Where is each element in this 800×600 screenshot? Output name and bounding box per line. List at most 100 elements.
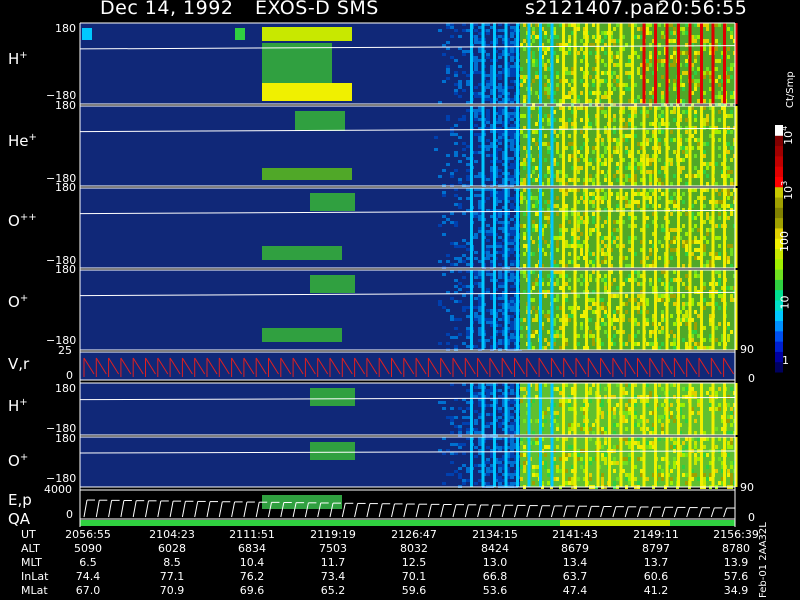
spin-stripe — [585, 106, 588, 186]
ephemeris-cell: 8032 — [400, 542, 428, 555]
tick-he-top: 180 — [55, 99, 76, 112]
ep-trace — [169, 501, 174, 518]
spin-stripe — [700, 106, 703, 186]
ephemeris-cell: 77.1 — [159, 570, 185, 583]
ephemeris-cell: 13.7 — [643, 556, 669, 569]
ephemeris-cell: 53.6 — [482, 584, 508, 597]
spin-stripe — [562, 270, 565, 350]
tick-vr-right-bot: 0 — [748, 372, 755, 385]
spin-stripe — [723, 437, 726, 487]
ep-trace — [206, 501, 211, 518]
spin-stripe — [504, 383, 508, 435]
spin-stripe — [470, 23, 473, 104]
spin-stripe — [688, 23, 692, 104]
spin-stripe — [665, 270, 669, 350]
spin-stripe — [723, 106, 726, 186]
spin-stripe — [481, 383, 485, 435]
spin-stripe — [723, 270, 726, 350]
spin-stripe — [654, 188, 657, 268]
spin-stripe — [527, 270, 531, 350]
spin-stripe — [539, 188, 542, 268]
spin-stripe — [516, 270, 519, 350]
ephemeris-cell: 70.9 — [159, 584, 185, 597]
spin-stripe — [550, 437, 554, 487]
colorbar-swatch — [775, 269, 783, 280]
header-time: 20:56:55 — [658, 0, 748, 19]
spin-stripe — [562, 188, 565, 268]
spin-stripe — [700, 188, 703, 268]
ephemeris-row-label: ALT — [21, 542, 40, 555]
spin-stripe — [677, 188, 680, 268]
spin-stripe — [470, 106, 473, 186]
spin-stripe — [585, 270, 588, 350]
ion-blob — [262, 328, 342, 342]
spin-stripe — [711, 106, 715, 186]
header-file: s2121407.par — [525, 0, 664, 19]
spin-stripe — [608, 23, 611, 104]
tick-vr-right-top: 90 — [740, 343, 754, 356]
ep-trace — [624, 506, 629, 518]
ep-trace — [218, 501, 223, 518]
ephemeris-cell: 13.9 — [723, 556, 749, 569]
tick-ep-bot: 0 — [66, 508, 73, 521]
colorbar-label-1e4-base: 104 — [780, 125, 795, 145]
spin-stripe — [470, 437, 473, 487]
ep-trace — [575, 506, 580, 518]
ephemeris-cell: 66.8 — [482, 570, 508, 583]
spin-stripe — [642, 23, 646, 104]
panel-label-h-plus-2: H+ — [8, 397, 28, 415]
spin-stripe — [688, 270, 692, 350]
ephemeris-cell: 2149:11 — [633, 528, 679, 541]
spin-stripe — [688, 106, 692, 186]
tick-ep-top: 4000 — [44, 483, 72, 496]
ion-blob — [82, 28, 92, 40]
spin-stripe — [596, 383, 600, 435]
spin-stripe — [608, 383, 611, 435]
spin-stripe — [596, 270, 600, 350]
panel-label-o-plus-plus: O++ — [8, 212, 37, 230]
spin-stripe — [573, 188, 577, 268]
vr-panel-background — [80, 352, 735, 380]
ephemeris-cell: 57.6 — [723, 570, 749, 583]
spin-stripe — [677, 437, 680, 487]
spin-stripe — [550, 23, 554, 104]
ephemeris-cell: 11.7 — [320, 556, 346, 569]
ephemeris-cell: 73.4 — [320, 570, 346, 583]
colorbar-swatch — [775, 155, 783, 167]
ephemeris-cell: 76.2 — [239, 570, 265, 583]
spin-stripe — [493, 106, 496, 186]
ep-trace — [698, 507, 703, 518]
spin-stripe — [527, 23, 531, 104]
ephemeris-cell: 13.0 — [482, 556, 508, 569]
ephemeris-cell: 8797 — [642, 542, 670, 555]
ephemeris-row-label: UT — [21, 528, 36, 541]
ep-trace — [661, 507, 666, 518]
spin-stripe — [700, 23, 703, 104]
spin-stripe — [493, 383, 496, 435]
ep-trace — [243, 501, 248, 518]
tick-opp-top: 180 — [55, 181, 76, 194]
ephemeris-row-label: MLat — [21, 584, 48, 597]
spin-stripe — [493, 23, 496, 104]
spin-stripe — [665, 23, 669, 104]
ephemeris-cell: 59.6 — [401, 584, 427, 597]
spin-stripe — [711, 188, 715, 268]
ep-trace — [366, 503, 371, 518]
spin-stripe — [481, 106, 485, 186]
spin-stripe — [493, 270, 496, 350]
spin-stripe — [550, 106, 554, 186]
colorbar-swatch — [775, 279, 783, 291]
spin-stripe — [516, 188, 519, 268]
spin-stripe — [654, 437, 657, 487]
spin-stripe — [723, 23, 726, 104]
ephemeris-cell: 8679 — [561, 542, 589, 555]
ep-trace — [452, 504, 457, 518]
spin-stripe — [654, 23, 657, 104]
ep-trace — [108, 500, 113, 518]
spin-stripe — [654, 270, 657, 350]
ep-trace — [120, 500, 125, 518]
ep-trace — [587, 506, 592, 518]
spin-stripe — [608, 437, 611, 487]
spin-stripe — [631, 106, 634, 186]
spin-stripe — [665, 188, 669, 268]
